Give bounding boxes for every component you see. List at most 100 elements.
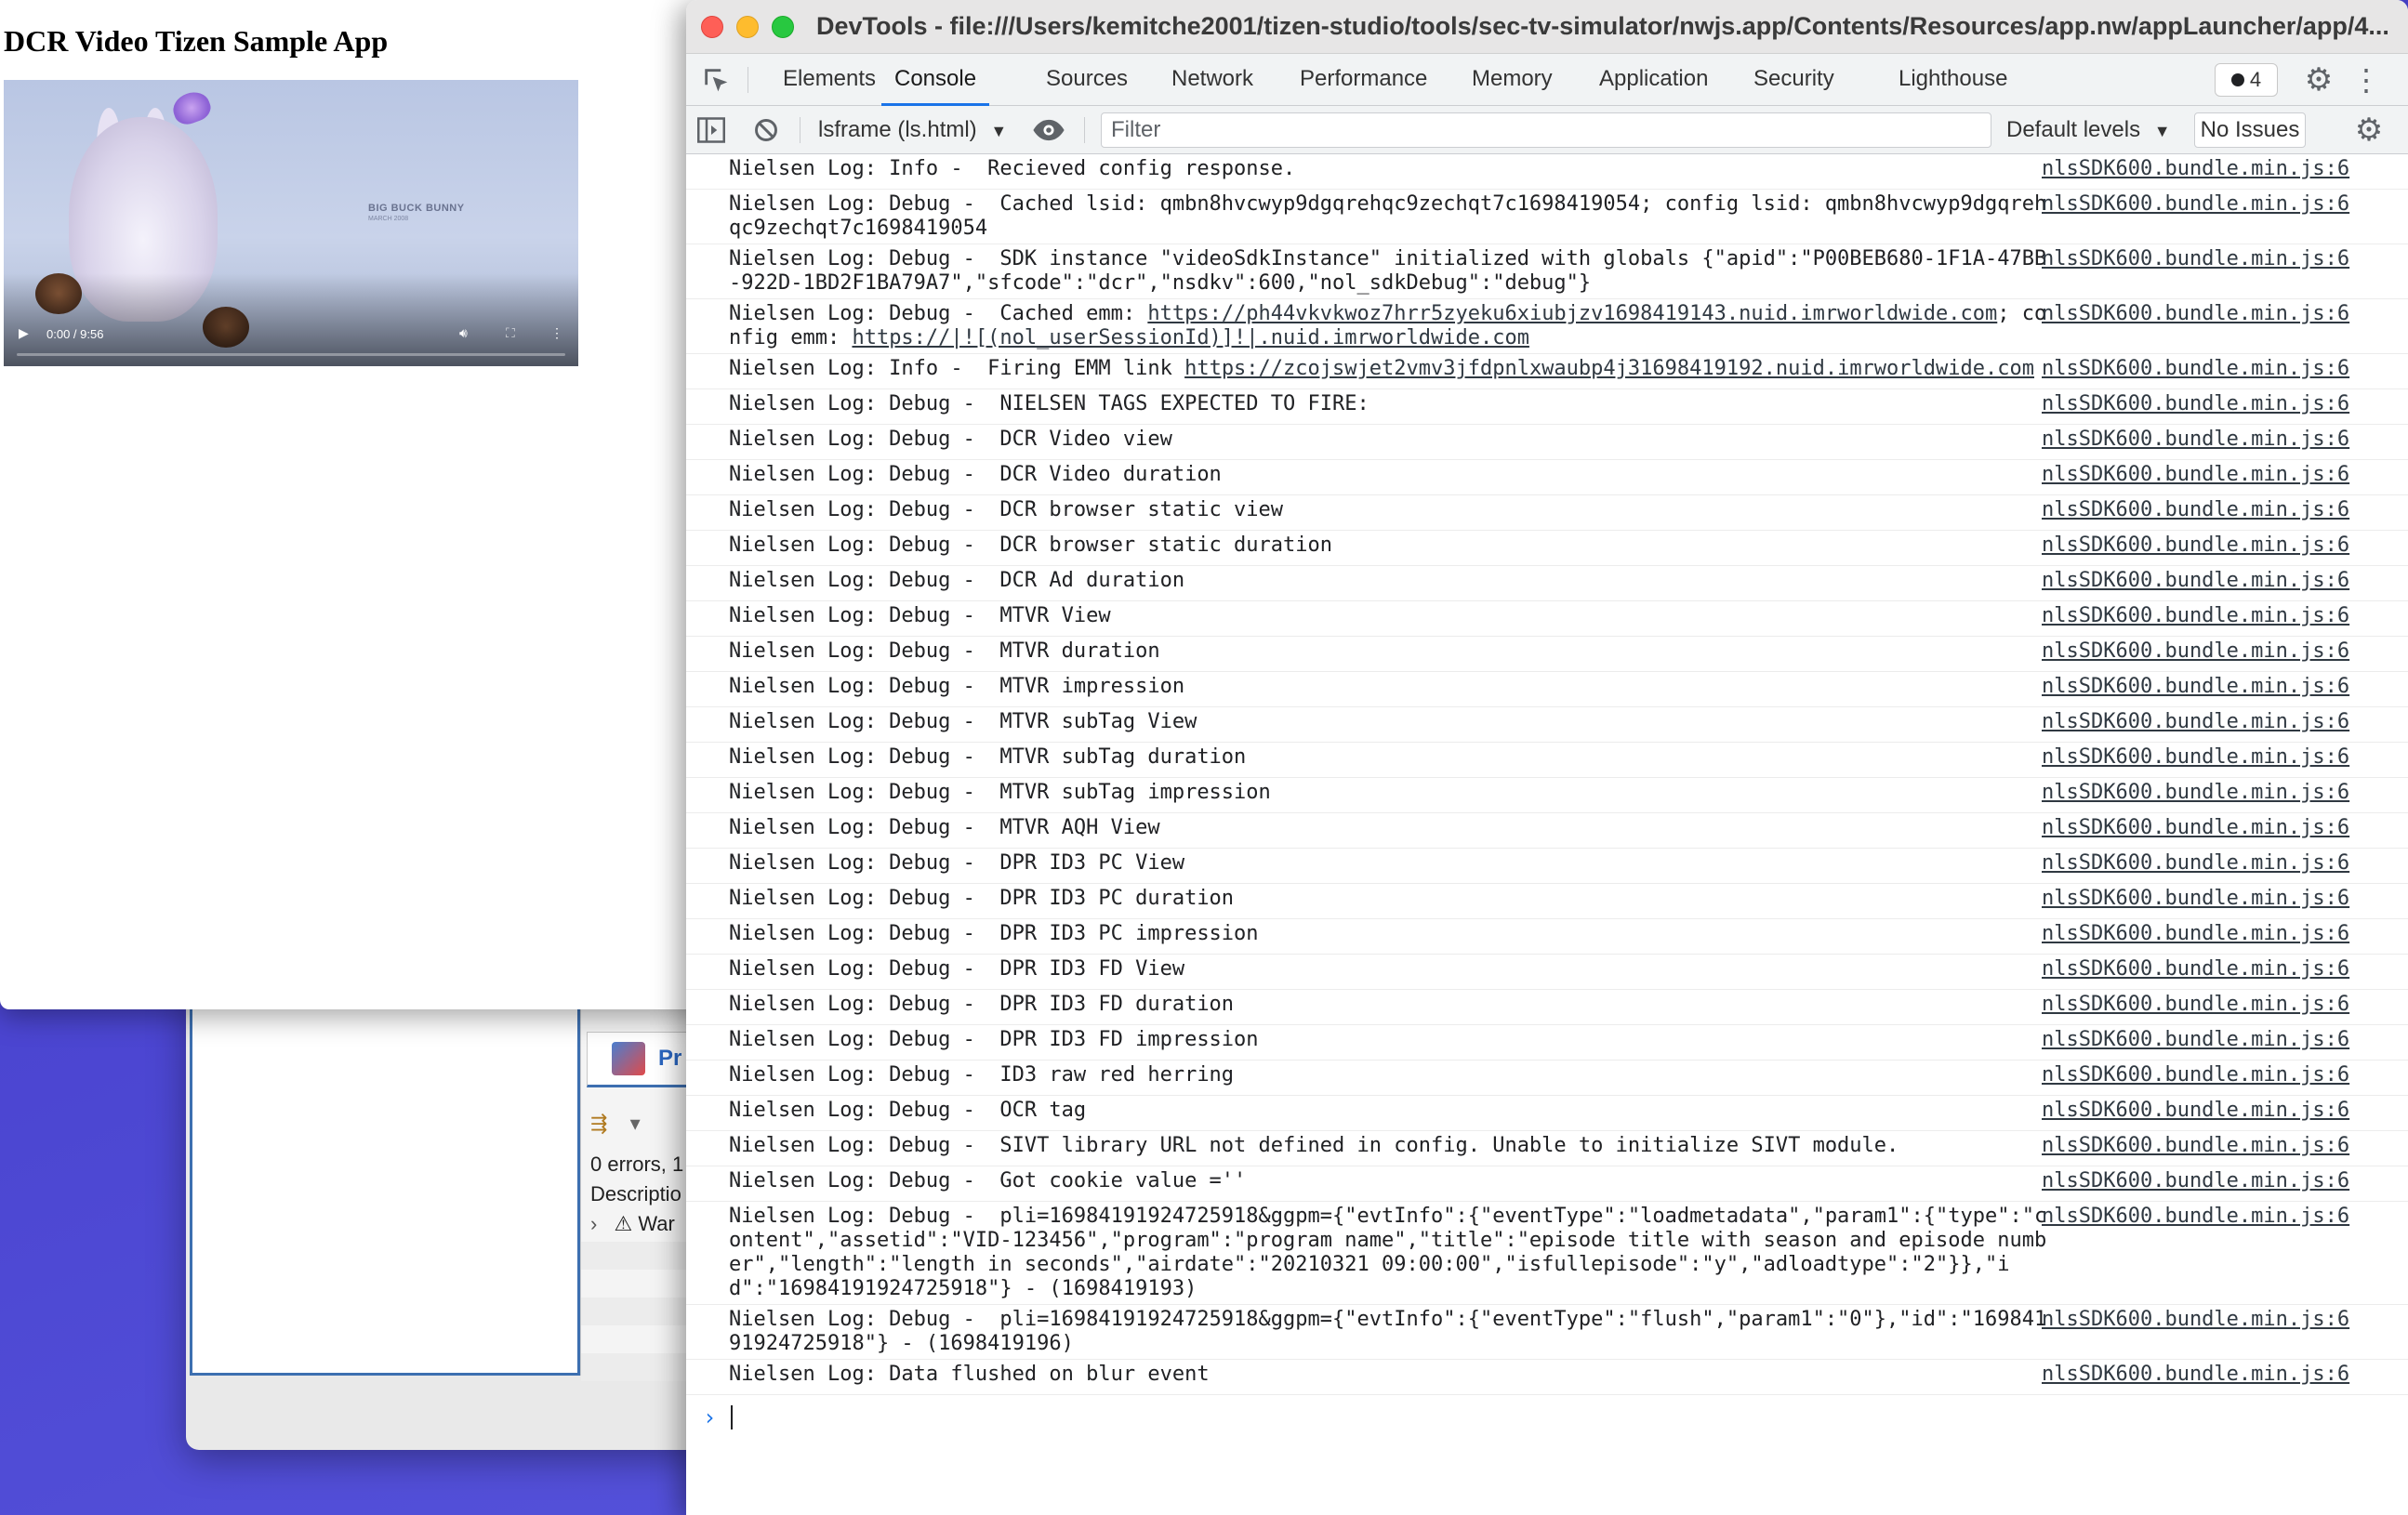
log-text: Nielsen Log: Debug - MTVR subTag impress… xyxy=(729,781,1271,804)
close-window-button[interactable] xyxy=(701,16,723,38)
console-log-row: Nielsen Log: Debug - DCR Video view nlsSD… xyxy=(686,425,2408,460)
log-source-link[interactable]: nlsSDK600.bundle.min.js:6 xyxy=(2042,887,2349,911)
log-source-link[interactable]: nlsSDK600.bundle.min.js:6 xyxy=(2042,157,2349,181)
console-log-row: Nielsen Log: Debug - MTVR subTag impress… xyxy=(686,778,2408,813)
video-controls: ▶ 0:00 / 9:56 🔊︎ ⛶ ⋮ xyxy=(4,273,578,366)
log-message: Nielsen Log: Debug - Cached lsid: qmbn8h… xyxy=(729,192,2049,241)
log-source-link[interactable]: nlsSDK600.bundle.min.js:6 xyxy=(2042,675,2349,699)
log-source-link[interactable]: nlsSDK600.bundle.min.js:6 xyxy=(2042,816,2349,840)
devtools-tab-bar: Elements Console Sources Network Perform… xyxy=(686,54,2408,106)
live-expression-eye-icon[interactable] xyxy=(1032,117,1065,143)
zoom-window-button[interactable] xyxy=(772,16,794,38)
log-source-link[interactable]: nlsSDK600.bundle.min.js:6 xyxy=(2042,463,2349,487)
log-source-link[interactable]: nlsSDK600.bundle.min.js:6 xyxy=(2042,957,2349,981)
tab-memory[interactable]: Memory xyxy=(1472,54,1553,106)
text-caret xyxy=(731,1405,734,1429)
clear-console-icon[interactable] xyxy=(753,117,779,143)
log-source-link[interactable]: nlsSDK600.bundle.min.js:6 xyxy=(2042,534,2349,558)
console-log-row: Nielsen Log: Debug - DPR ID3 FD duration… xyxy=(686,990,2408,1025)
log-source-link[interactable]: nlsSDK600.bundle.min.js:6 xyxy=(2042,1134,2349,1158)
log-source-link[interactable]: nlsSDK600.bundle.min.js:6 xyxy=(2042,1063,2349,1087)
log-source-link[interactable]: nlsSDK600.bundle.min.js:6 xyxy=(2042,247,2349,271)
ide-toolbar-icons[interactable]: ⇶ ▾ xyxy=(590,1112,641,1136)
log-message: Nielsen Log: Debug - ID3 raw red herring xyxy=(729,1063,2049,1087)
console-settings-gear-icon[interactable]: ⚙ xyxy=(2350,112,2388,149)
filter-icon[interactable]: ⇶ xyxy=(590,1112,607,1135)
log-source-link[interactable]: nlsSDK600.bundle.min.js:6 xyxy=(2042,569,2349,593)
console-filter-input[interactable] xyxy=(1101,112,1991,148)
log-text: Nielsen Log: Debug - Cached emm: xyxy=(729,302,1148,325)
console-log-row: Nielsen Log: Debug - DCR browser static … xyxy=(686,531,2408,566)
log-url-link[interactable]: https://|![(nol_userSessionId)]!|.nuid.i… xyxy=(852,326,1528,349)
log-source-link[interactable]: nlsSDK600.bundle.min.js:6 xyxy=(2042,498,2349,522)
video-progress-bar[interactable] xyxy=(17,353,565,356)
volume-icon[interactable]: 🔊︎ xyxy=(459,325,468,341)
log-source-link[interactable]: nlsSDK600.bundle.min.js:6 xyxy=(2042,1363,2349,1387)
log-source-link[interactable]: nlsSDK600.bundle.min.js:6 xyxy=(2042,993,2349,1017)
tab-network[interactable]: Network xyxy=(1171,54,1253,106)
console-log-row: Nielsen Log: Debug - DPR ID3 FD impressi… xyxy=(686,1025,2408,1060)
video-brand-subtitle: MARCH 2008 xyxy=(368,216,409,222)
log-message: Nielsen Log: Debug - MTVR impression xyxy=(729,675,2049,699)
log-source-link[interactable]: nlsSDK600.bundle.min.js:6 xyxy=(2042,428,2349,452)
log-source-link[interactable]: nlsSDK600.bundle.min.js:6 xyxy=(2042,1028,2349,1052)
log-source-link[interactable]: nlsSDK600.bundle.min.js:6 xyxy=(2042,851,2349,876)
tab-elements[interactable]: Elements xyxy=(783,54,876,106)
fullscreen-icon[interactable]: ⛶ xyxy=(506,325,515,341)
more-menu-icon[interactable]: ⋮ xyxy=(2351,61,2381,99)
log-text: Nielsen Log: Debug - Cached lsid: qmbn8h… xyxy=(729,192,2047,240)
log-source-link[interactable]: nlsSDK600.bundle.min.js:6 xyxy=(2042,302,2349,326)
log-url-link[interactable]: https://ph44vkvkwoz7hrr5zyeku6xiubjzv169… xyxy=(1147,302,1997,325)
tab-lighthouse[interactable]: Lighthouse xyxy=(1899,54,2007,106)
tab-console[interactable]: Console xyxy=(881,54,990,106)
log-url-link[interactable]: https://zcojswjet2vmv3jfdpnlxwaubp4j3169… xyxy=(1184,357,2034,380)
log-source-link[interactable]: nlsSDK600.bundle.min.js:6 xyxy=(2042,1205,2349,1229)
play-icon[interactable]: ▶ xyxy=(19,325,29,341)
ide-warning-row[interactable]: › ⚠ War xyxy=(590,1212,675,1236)
log-text: Nielsen Log: Debug - DPR ID3 FD View xyxy=(729,957,1185,981)
console-log-row: Nielsen Log: Debug - SDK instance "video… xyxy=(686,244,2408,299)
log-message: Nielsen Log: Debug - Got cookie value ='… xyxy=(729,1169,2049,1193)
inspect-element-icon[interactable] xyxy=(701,65,733,97)
console-log-row: Nielsen Log: Debug - DPR ID3 PC duration… xyxy=(686,884,2408,919)
log-levels-dropdown[interactable]: Default levels ▼ xyxy=(2006,113,2171,147)
log-source-link[interactable]: nlsSDK600.bundle.min.js:6 xyxy=(2042,1308,2349,1332)
more-options-icon[interactable]: ⋮ xyxy=(550,325,563,341)
console-log-row: Nielsen Log: Info - Firing EMM link http… xyxy=(686,354,2408,389)
sidebar-toggle-icon[interactable] xyxy=(697,117,725,143)
console-log-row: Nielsen Log: Debug - MTVR AQH View nlsSDK… xyxy=(686,813,2408,849)
console-log-row: Nielsen Log: Debug - DPR ID3 PC View nlsS… xyxy=(686,849,2408,884)
log-source-link[interactable]: nlsSDK600.bundle.min.js:6 xyxy=(2042,1169,2349,1193)
tab-sources[interactable]: Sources xyxy=(1046,54,1128,106)
settings-gear-icon[interactable]: ⚙ xyxy=(2300,61,2337,99)
log-source-link[interactable]: nlsSDK600.bundle.min.js:6 xyxy=(2042,604,2349,628)
console-log-row: Nielsen Log: Debug - Got cookie value ='… xyxy=(686,1166,2408,1202)
dropdown-arrow-icon: ▼ xyxy=(990,122,1008,140)
expand-arrow-icon[interactable]: › xyxy=(590,1212,597,1235)
log-text: Nielsen Log: Debug - DPR ID3 PC duration xyxy=(729,887,1235,910)
log-source-link[interactable]: nlsSDK600.bundle.min.js:6 xyxy=(2042,392,2349,416)
log-source-link[interactable]: nlsSDK600.bundle.min.js:6 xyxy=(2042,1099,2349,1123)
console-prompt[interactable]: › xyxy=(686,1395,2408,1440)
issues-badge[interactable]: 4 xyxy=(2215,63,2278,97)
log-source-link[interactable]: nlsSDK600.bundle.min.js:6 xyxy=(2042,922,2349,946)
log-message: Nielsen Log: Debug - DPR ID3 FD impressi… xyxy=(729,1028,2049,1052)
log-source-link[interactable]: nlsSDK600.bundle.min.js:6 xyxy=(2042,710,2349,734)
ide-window: Pr ⇶ ▾ 0 errors, 1 Descriptio › ⚠ War xyxy=(186,985,717,1450)
log-source-link[interactable]: nlsSDK600.bundle.min.js:6 xyxy=(2042,639,2349,664)
video-player[interactable]: BIG BUCK BUNNY MARCH 2008 ▶ 0:00 / 9:56 … xyxy=(4,80,578,366)
log-source-link[interactable]: nlsSDK600.bundle.min.js:6 xyxy=(2042,781,2349,805)
no-issues-button[interactable]: No Issues xyxy=(2194,112,2306,148)
tab-security[interactable]: Security xyxy=(1753,54,1834,106)
console-log-row: Nielsen Log: Debug - MTVR impression nlsS… xyxy=(686,672,2408,707)
tab-application[interactable]: Application xyxy=(1599,54,1708,106)
log-source-link[interactable]: nlsSDK600.bundle.min.js:6 xyxy=(2042,745,2349,770)
minimize-window-button[interactable] xyxy=(736,16,759,38)
log-source-link[interactable]: nlsSDK600.bundle.min.js:6 xyxy=(2042,192,2349,217)
tab-performance[interactable]: Performance xyxy=(1300,54,1427,106)
chevron-down-icon[interactable]: ▾ xyxy=(630,1112,641,1135)
console-log-row: Nielsen Log: Debug - ID3 raw red herring… xyxy=(686,1060,2408,1096)
log-source-link[interactable]: nlsSDK600.bundle.min.js:6 xyxy=(2042,357,2349,381)
context-selector[interactable]: lsframe (ls.html) ▼ xyxy=(818,113,1007,147)
console-output[interactable]: Nielsen Log: Info - Recieved config resp… xyxy=(686,154,2408,1515)
